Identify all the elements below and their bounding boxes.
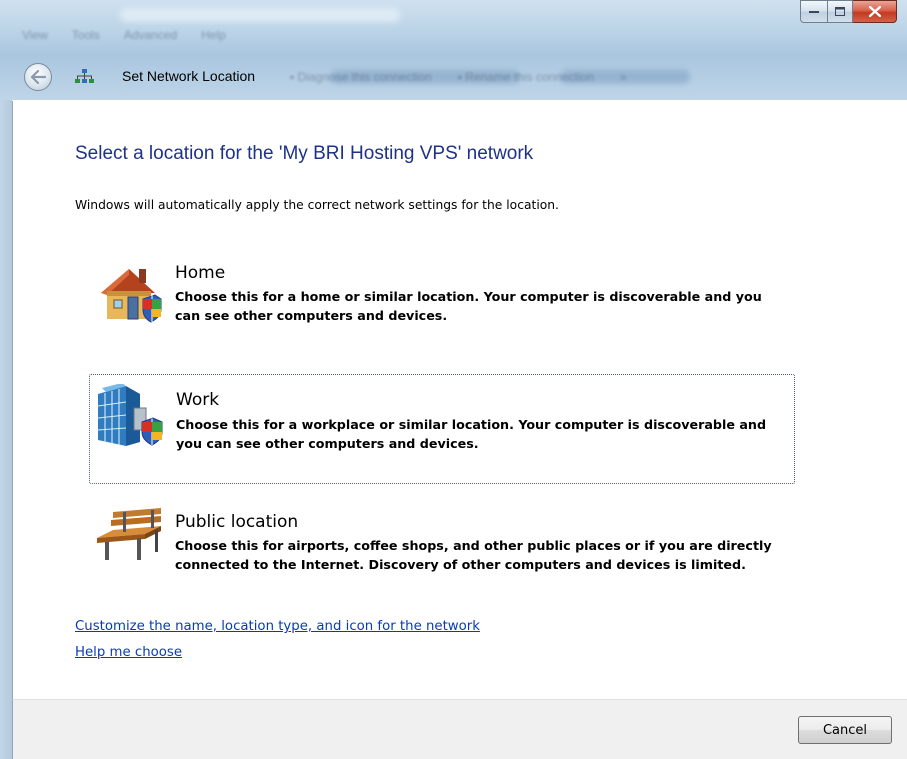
public-description: Choose this for airports, coffee shops, … [175, 538, 772, 572]
work-title: Work [176, 390, 220, 410]
dialog-footer: Cancel [12, 699, 907, 759]
home-location-option[interactable]: Home Choose this for a home or similar l… [89, 259, 795, 349]
home-description: Choose this for a home or similar locati… [175, 289, 762, 323]
navigation-bar: Set Network Location ▪ Diagnose this con… [0, 58, 907, 96]
content-area: Select a location for the 'My BRI Hostin… [12, 101, 907, 699]
page-title: Select a location for the 'My BRI Hostin… [75, 143, 534, 164]
page-description: Windows will automatically apply the cor… [75, 198, 559, 212]
close-icon [868, 6, 881, 17]
network-icon [75, 69, 94, 83]
minimize-button[interactable] [800, 0, 828, 23]
customize-network-link[interactable]: Customize the name, location type, and i… [75, 619, 480, 634]
home-title: Home [175, 263, 226, 283]
nav-title: Set Network Location [122, 68, 256, 84]
maximize-button[interactable] [828, 0, 853, 23]
close-button[interactable] [853, 0, 897, 23]
cancel-button[interactable]: Cancel [798, 716, 892, 744]
back-arrow-icon [30, 70, 46, 84]
set-network-location-window: View Tools Advanced Help Set Network Loc… [0, 0, 907, 759]
public-title: Public location [175, 512, 299, 532]
office-building-shield-icon [97, 384, 163, 446]
title-bar[interactable]: View Tools Advanced Help Set Network Loc… [0, 0, 907, 100]
work-description: Choose this for a workplace or similar l… [176, 417, 767, 451]
blurred-background-menu: View Tools Advanced Help [22, 28, 226, 42]
public-location-option[interactable]: Public location Choose this for airports… [89, 504, 795, 604]
window-frame-edge [0, 100, 12, 759]
park-bench-icon [97, 508, 161, 560]
blurred-background-toolbar: ▪ Diagnose this connection ▪ Rename this … [290, 70, 627, 84]
back-button[interactable] [24, 63, 52, 91]
house-shield-icon [101, 269, 162, 323]
work-location-option[interactable]: Work Choose this for a workplace or simi… [89, 374, 795, 484]
maximize-icon [835, 7, 845, 16]
window-controls [800, 0, 897, 23]
minimize-icon [809, 10, 819, 13]
help-me-choose-link[interactable]: Help me choose [75, 645, 182, 660]
